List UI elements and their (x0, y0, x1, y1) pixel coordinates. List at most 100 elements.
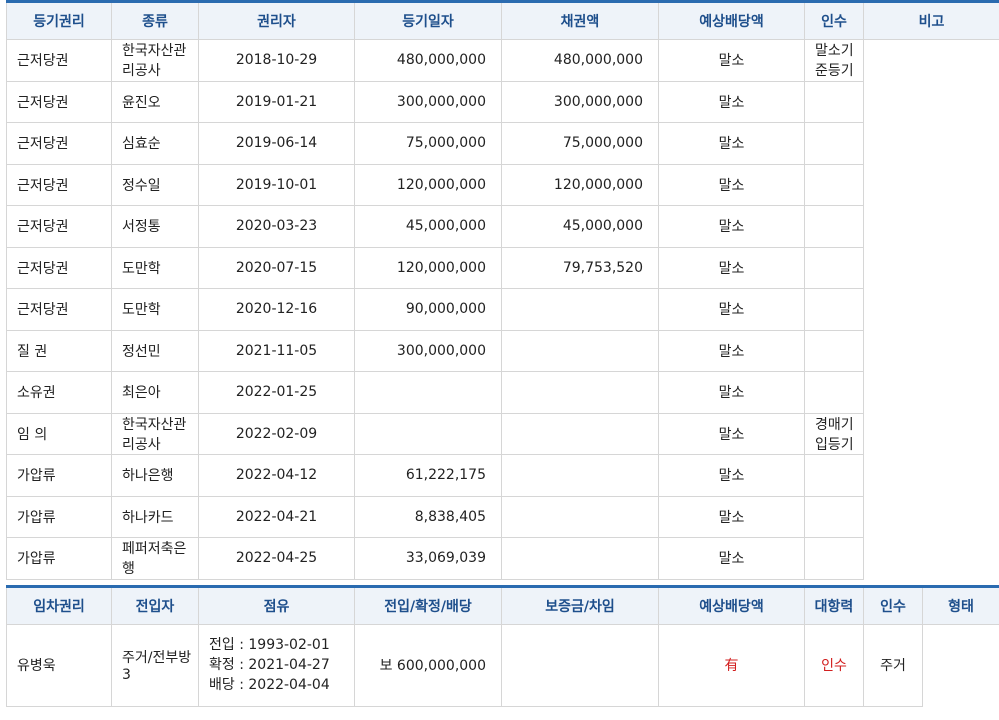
row-registration-date: 2019-06-14 (198, 122, 355, 165)
row-takeover: 말소 (658, 205, 805, 248)
row-takeover: 말소 (658, 80, 805, 123)
row-kind: 근저당권 (6, 288, 112, 331)
row-kind: 소유권 (6, 371, 112, 414)
lease-opposing-power: 有 (658, 623, 805, 707)
row-claim-amount: 45,000,000 (354, 205, 502, 248)
row-note (804, 495, 864, 538)
row-holder: 도만학 (111, 246, 199, 289)
row-takeover: 말소 (658, 495, 805, 538)
row-registration-date: 2021-11-05 (198, 329, 355, 372)
row-takeover: 말소 (658, 39, 805, 82)
row-claim-amount: 480,000,000 (354, 39, 502, 82)
row-registration-date: 2020-12-16 (198, 288, 355, 331)
row-expected-dividend: 79,753,520 (501, 246, 659, 289)
lease-row: 유병욱 주거/전부방3 전입 : 1993-02-01 확정 : 2021-04… (6, 623, 999, 707)
row-expected-dividend (501, 371, 659, 414)
row-kind: 근저당권 (6, 80, 112, 123)
row-note (804, 80, 864, 123)
row-note (804, 371, 864, 414)
registered-rights-row: 근저당권 도만학 2020-12-16 90,000,000 말소 (6, 288, 999, 331)
row-holder: 하나카드 (111, 495, 199, 538)
row-takeover: 말소 (658, 329, 805, 372)
row-takeover: 말소 (658, 371, 805, 414)
registered-rights-row: 근저당권 도만학 2020-07-15 120,000,000 79,753,520 말소 (6, 246, 999, 289)
row-kind: 근저당권 (6, 122, 112, 165)
row-holder: 최은아 (111, 371, 199, 414)
row-kind: 근저당권 (6, 246, 112, 289)
row-kind: 임 의 (6, 412, 112, 455)
row-claim-amount: 75,000,000 (354, 122, 502, 165)
row-claim-amount: 300,000,000 (354, 329, 502, 372)
row-registration-date: 2022-04-25 (198, 537, 355, 580)
registered-rights-row: 임 의 한국자산관리공사 2022-02-09 말소 경매기입등기 (6, 412, 999, 455)
header-deposit-rent: 보증금/차임 (501, 585, 659, 625)
registered-rights-row: 근저당권 서정통 2020-03-23 45,000,000 45,000,000 말소 (6, 205, 999, 248)
row-expected-dividend: 480,000,000 (501, 39, 659, 82)
row-holder: 하나은행 (111, 454, 199, 497)
row-registration-date: 2018-10-29 (198, 39, 355, 82)
row-expected-dividend: 300,000,000 (501, 80, 659, 123)
row-note: 말소기준등기 (804, 39, 864, 82)
row-registration-date: 2020-03-23 (198, 205, 355, 248)
registered-rights-row: 가압류 하나은행 2022-04-12 61,222,175 말소 (6, 454, 999, 497)
header-tenant: 전입자 (111, 585, 199, 625)
row-kind: 질 권 (6, 329, 112, 372)
row-note (804, 205, 864, 248)
row-claim-amount: 61,222,175 (354, 454, 502, 497)
row-expected-dividend: 75,000,000 (501, 122, 659, 165)
row-takeover: 말소 (658, 163, 805, 206)
lease-deposit: 보 600,000,000 (354, 623, 502, 707)
registered-rights-row: 가압류 하나카드 2022-04-21 8,838,405 말소 (6, 495, 999, 538)
header-holder: 권리자 (198, 1, 355, 40)
row-holder: 한국자산관리공사 (111, 39, 199, 82)
header-occupancy: 점유 (198, 585, 355, 625)
row-expected-dividend (501, 537, 659, 580)
row-expected-dividend (501, 288, 659, 331)
row-holder: 서정통 (111, 205, 199, 248)
row-claim-amount: 33,069,039 (354, 537, 502, 580)
registered-rights-row: 근저당권 심효순 2019-06-14 75,000,000 75,000,000 말소 (6, 122, 999, 165)
row-claim-amount: 120,000,000 (354, 163, 502, 206)
row-claim-amount (354, 371, 502, 414)
lease-rights-label: 임차권리 (6, 585, 112, 625)
row-claim-amount (354, 412, 502, 455)
lease-occupancy: 주거/전부방3 (111, 623, 199, 707)
header-claim-amount: 채권액 (501, 1, 659, 40)
row-expected-dividend (501, 495, 659, 538)
registered-rights-row: 질 권 정선민 2021-11-05 300,000,000 말소 (6, 329, 999, 372)
row-expected-dividend (501, 412, 659, 455)
row-holder: 심효순 (111, 122, 199, 165)
row-takeover: 말소 (658, 454, 805, 497)
lease-dividend-request-date: 배당 : 2022-04-04 (209, 677, 330, 693)
row-holder: 도만학 (111, 288, 199, 331)
lease-dates: 전입 : 1993-02-01 확정 : 2021-04-27 배당 : 202… (198, 623, 355, 707)
row-note (804, 163, 864, 206)
row-takeover: 말소 (658, 537, 805, 580)
registered-rights-label: 등기권리 (6, 1, 112, 40)
header-takeover: 인수 (804, 1, 864, 40)
header-lease-type: 형태 (922, 585, 999, 625)
row-registration-date: 2022-04-12 (198, 454, 355, 497)
row-takeover: 말소 (658, 412, 805, 455)
auction-rights-panel: 등기권리 종류 권리자 등기일자 채권액 예상배당액 인수 비고 근저당권 한국자… (6, 0, 999, 707)
registered-rights-header-row: 등기권리 종류 권리자 등기일자 채권액 예상배당액 인수 비고 (6, 1, 999, 40)
lease-fixed-date: 확정 : 2021-04-27 (209, 657, 330, 673)
lease-rights-table: 임차권리 전입자 점유 전입/확정/배당 보증금/차임 예상배당액 대항력 인수… (6, 584, 999, 707)
registered-rights-row: 소유권 최은아 2022-01-25 말소 (6, 371, 999, 414)
row-note (804, 537, 864, 580)
row-holder: 페퍼저축은행 (111, 537, 199, 580)
lease-move-in-date: 전입 : 1993-02-01 (209, 637, 330, 653)
lease-type: 주거 (863, 623, 923, 707)
row-expected-dividend: 45,000,000 (501, 205, 659, 248)
row-expected-dividend (501, 454, 659, 497)
row-claim-amount: 300,000,000 (354, 80, 502, 123)
row-registration-date: 2022-04-21 (198, 495, 355, 538)
row-note (804, 246, 864, 289)
row-note (804, 288, 864, 331)
header-note: 비고 (863, 1, 999, 40)
row-claim-amount: 8,838,405 (354, 495, 502, 538)
row-holder: 정수일 (111, 163, 199, 206)
row-kind: 근저당권 (6, 39, 112, 82)
row-registration-date: 2019-10-01 (198, 163, 355, 206)
row-note (804, 454, 864, 497)
